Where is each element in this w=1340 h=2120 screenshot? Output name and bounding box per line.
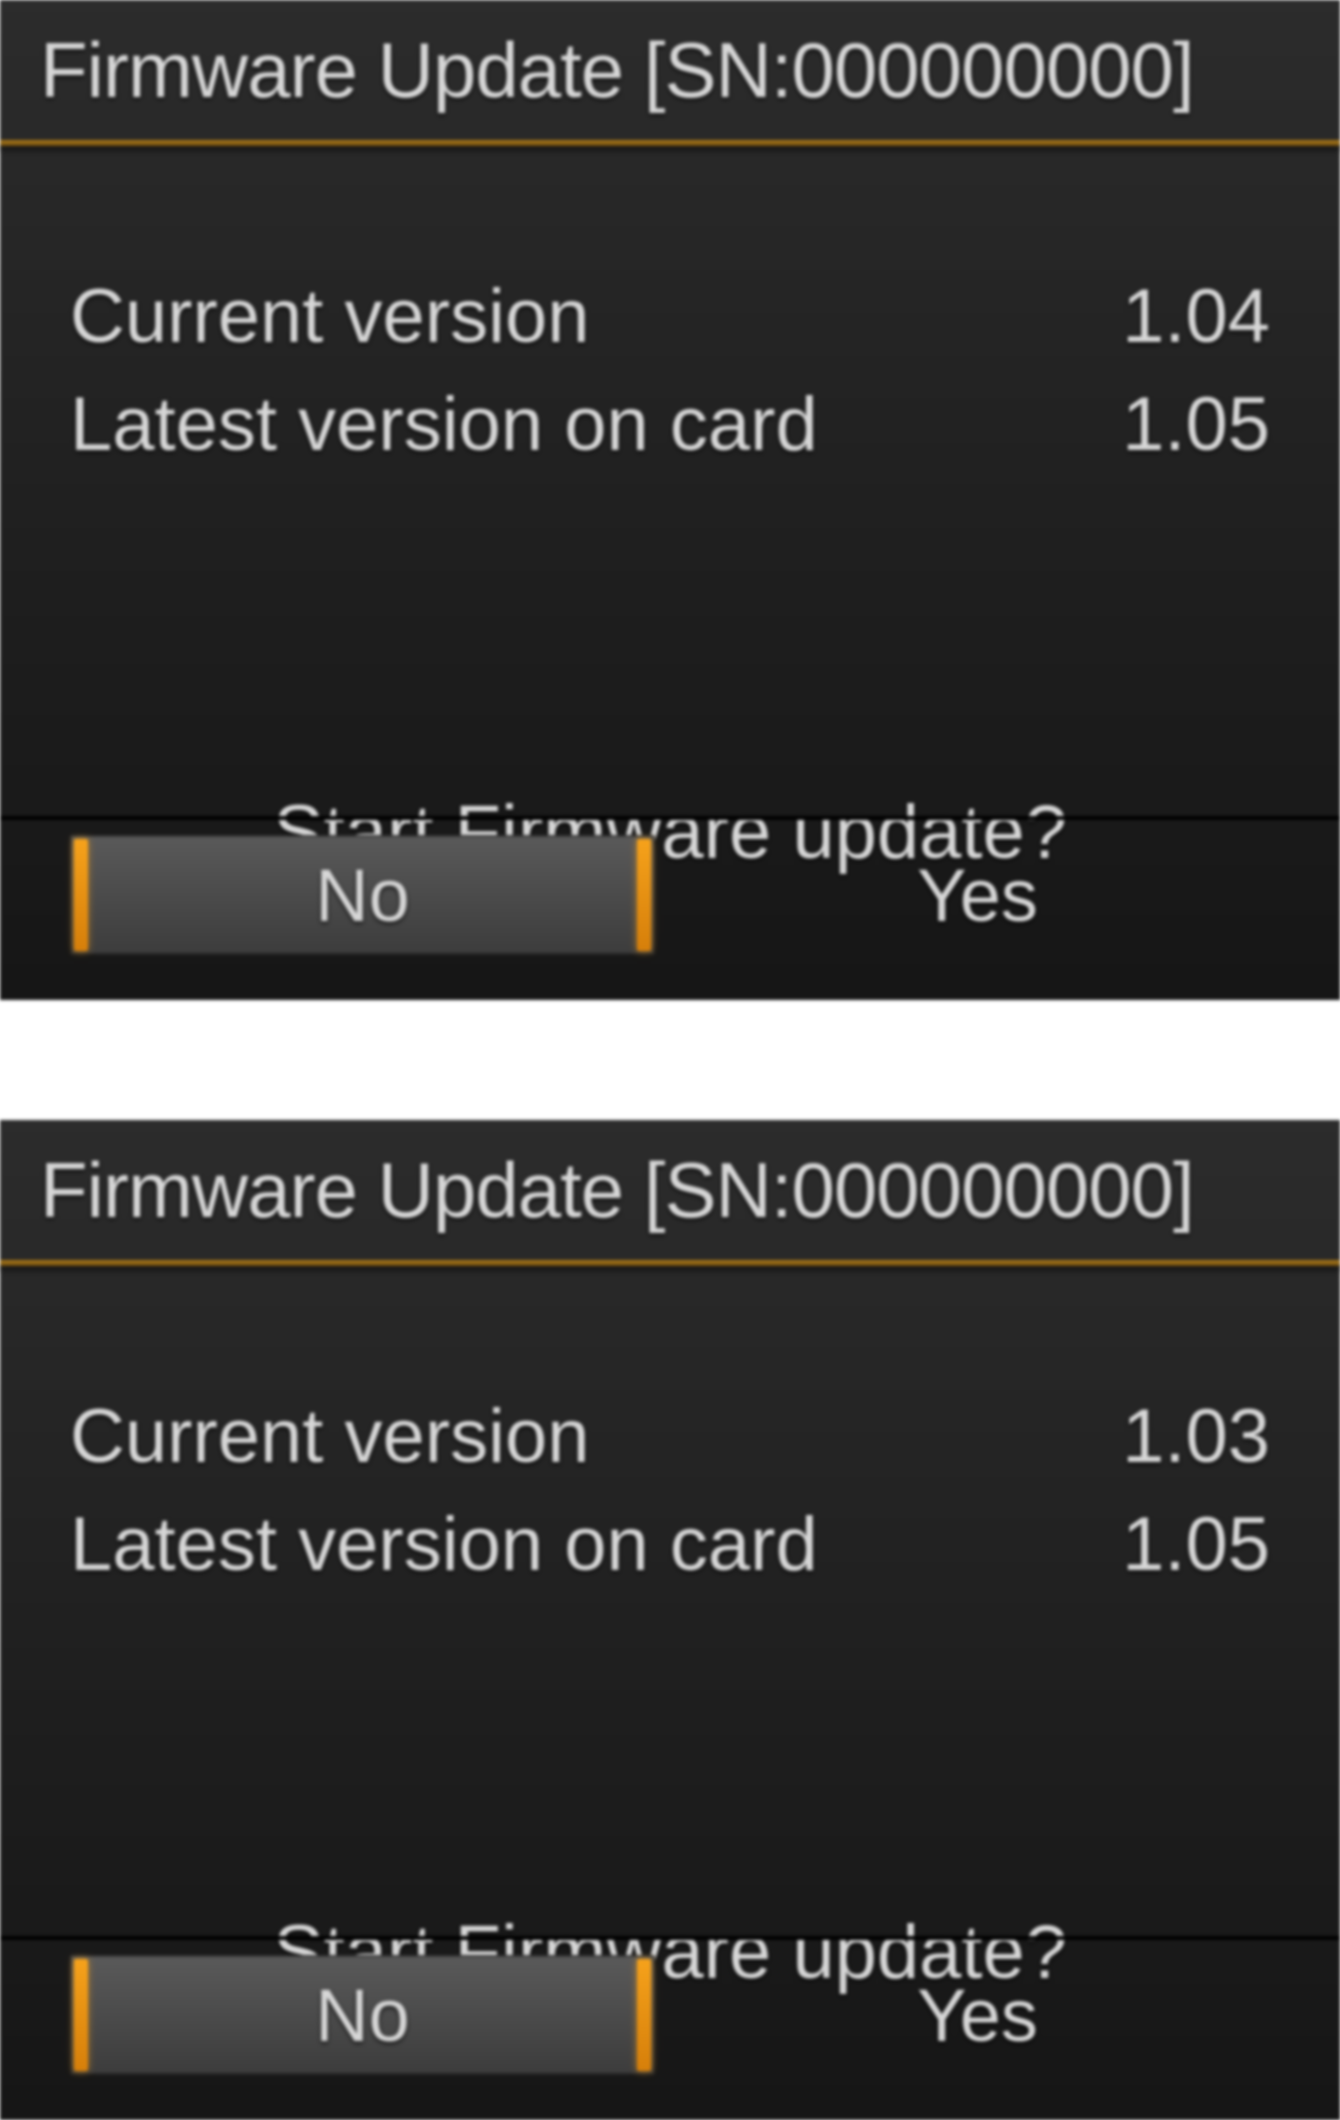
- footer-buttons: No Yes: [0, 830, 1340, 960]
- no-button[interactable]: No: [70, 1955, 655, 2075]
- footer-buttons: No Yes: [0, 1950, 1340, 2080]
- latest-version-value: 1.05: [1122, 381, 1270, 468]
- screenshot-stack: Firmware Update [SN:000000000] Current v…: [0, 0, 1340, 2120]
- current-version-row: Current version 1.03: [70, 1386, 1270, 1486]
- current-version-label: Current version: [70, 1393, 590, 1480]
- latest-version-row: Latest version on card 1.05: [70, 1494, 1270, 1594]
- yes-button-label: Yes: [917, 1973, 1038, 2058]
- current-version-value: 1.04: [1122, 273, 1270, 360]
- yes-button-label: Yes: [917, 853, 1038, 938]
- current-version-row: Current version 1.04: [70, 266, 1270, 366]
- current-version-value: 1.03: [1122, 1393, 1270, 1480]
- latest-version-label: Latest version on card: [70, 381, 818, 468]
- yes-button[interactable]: Yes: [685, 835, 1270, 955]
- firmware-update-panel: Firmware Update [SN:000000000] Current v…: [0, 1120, 1340, 2120]
- current-version-label: Current version: [70, 273, 590, 360]
- no-button[interactable]: No: [70, 835, 655, 955]
- panel-gap: [0, 1000, 1340, 1120]
- firmware-update-panel: Firmware Update [SN:000000000] Current v…: [0, 0, 1340, 1000]
- yes-button[interactable]: Yes: [685, 1955, 1270, 2075]
- panel-footer: No Yes: [0, 1936, 1340, 2120]
- latest-version-value: 1.05: [1122, 1501, 1270, 1588]
- footer-divider: [0, 1936, 1340, 1940]
- panel-title: Firmware Update [SN:000000000]: [0, 0, 1340, 140]
- no-button-label: No: [315, 853, 410, 938]
- header-underline: [0, 1260, 1340, 1266]
- header-underline: [0, 140, 1340, 146]
- no-button-label: No: [315, 1973, 410, 2058]
- latest-version-label: Latest version on card: [70, 1501, 818, 1588]
- panel-title: Firmware Update [SN:000000000]: [0, 1120, 1340, 1260]
- latest-version-row: Latest version on card 1.05: [70, 374, 1270, 474]
- footer-divider: [0, 816, 1340, 820]
- panel-footer: No Yes: [0, 816, 1340, 1000]
